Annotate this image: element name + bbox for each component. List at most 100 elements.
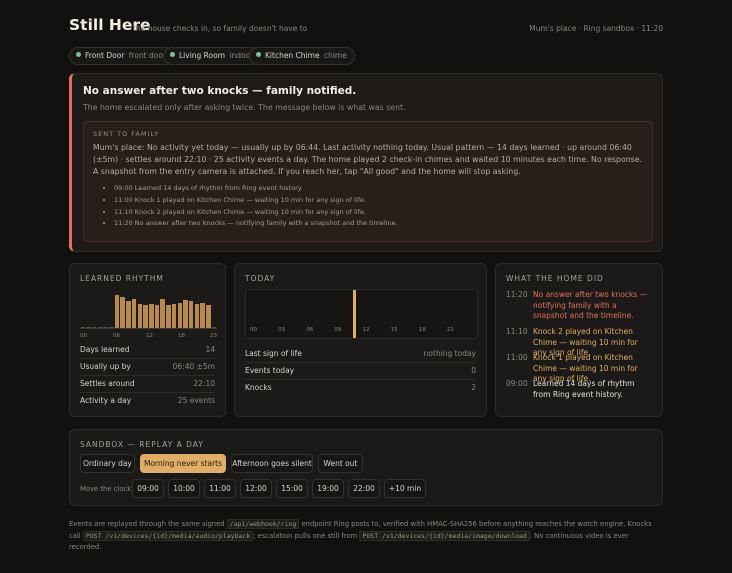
clock-button-plus-10-min[interactable]: +10 min [384,479,426,498]
row-label: Settles around [80,379,135,388]
online-status-icon [170,52,175,57]
device-chip-front-door[interactable]: Front Door front door [69,47,175,65]
today-axis-label: 09 [334,327,342,333]
log-item: 11:10 Knock 2 played on Kitchen Chime — … [114,207,644,219]
row-label: Usually up by [80,362,131,371]
sandbox-panel: SANDBOX — REPLAY A DAY Ordinary day Morn… [69,429,663,506]
today-axis-label: 03 [278,327,286,333]
rhythm-bar [188,301,194,328]
rhythm-bar [80,327,85,328]
rhythm-row: Settles around 22:10 [80,376,215,393]
audio-playback-endpoint-code: POST /v1/devices/{id}/media/audio/playba… [82,530,254,541]
entry-text: Learned 14 days of rhythm from Ring even… [533,379,635,399]
today-axis-label: 15 [390,327,398,333]
device-type: front door [128,51,167,60]
online-status-icon [76,52,81,57]
clock-label: Move the clock: [80,485,134,493]
footer-text: ; escalation pulls one still from [253,531,358,540]
device-chip-living-room[interactable]: Living Room indoor [163,47,262,65]
log-item: 11:20 No answer after two knocks — notif… [114,218,644,230]
sent-message-box: SENT TO FAMILY Mum's place: No activity … [83,121,653,242]
today-row: Knocks 2 [245,380,476,397]
clock-button-0900[interactable]: 09:00 [132,479,164,498]
rhythm-bar [177,303,183,328]
rhythm-bar [131,299,137,328]
app-tagline: the house checks in, so family doesn't h… [133,24,308,33]
row-value: 06:40 ±5m [172,362,215,371]
rhythm-row: Usually up by 06:40 ±5m [80,359,215,376]
entry-time: 11:00 [506,353,528,362]
rhythm-bar [86,327,91,328]
rhythm-bar [97,327,103,328]
rhythm-bar [160,299,165,328]
rhythm-bar [200,303,205,328]
rhythm-bar [120,297,125,328]
rhythm-axis-label: 12 [146,333,153,339]
rhythm-row: Activity a day 25 events [80,393,215,410]
scenario-went-out[interactable]: Went out [318,454,363,473]
today-axis-label: 00 [250,327,257,333]
learned-rhythm-panel: LEARNED RHYTHM 00 06 12 18 23 Days learn… [69,263,226,417]
today-axis-label: 06 [306,327,314,333]
device-name: Front Door [85,51,125,60]
image-download-endpoint-code: POST /v1/devices/{id}/media/image/downlo… [359,530,530,541]
rhythm-bar [114,295,120,328]
scenario-afternoon-goes-silent[interactable]: Afternoon goes silent [231,454,313,473]
rhythm-axis-label: 06 [113,333,120,339]
clock-button-2200[interactable]: 22:00 [348,479,380,498]
rhythm-bar [211,327,217,328]
clock-button-1500[interactable]: 15:00 [276,479,308,498]
timeline-panel: WHAT THE HOME DID 11:20 No answer after t… [495,263,663,417]
row-label: Last sign of life [245,349,302,358]
footer-text: Events are replayed through the same sig… [69,520,225,528]
today-axis-label: 18 [418,327,426,333]
today-row: Last sign of life nothing today [245,346,476,363]
scenario-ordinary-day[interactable]: Ordinary day [80,454,135,473]
rhythm-axis-label: 23 [210,333,217,339]
rhythm-bar [143,305,148,328]
scenario-morning-never-starts[interactable]: Morning never starts [140,454,226,473]
device-name: Living Room [179,51,226,60]
rhythm-bar [109,327,114,328]
webhook-endpoint-code: /api/webhook/ring [226,519,300,529]
rhythm-bar [149,304,154,328]
alert-subtitle: The home escalated only after asking twi… [83,103,406,112]
row-value: 25 events [177,396,215,405]
today-panel: TODAY 00 03 06 09 12 15 18 21 Last sign of life… [234,263,487,417]
footer-note: Events are replayed through the same sig… [69,519,663,554]
clock-button-1000[interactable]: 10:00 [168,479,200,498]
rhythm-bar [171,304,177,328]
row-value: nothing today [423,349,476,358]
device-name: Kitchen Chime [265,51,320,60]
clock-button-1100[interactable]: 11:00 [204,479,236,498]
rhythm-bar [206,305,211,328]
rhythm-bar [91,327,97,328]
row-value: 2 [471,383,476,392]
clock-button-1900[interactable]: 19:00 [312,479,344,498]
rhythm-bar [194,304,200,328]
log-item: 09:00 Learned 14 days of rhythm from Rin… [114,183,644,195]
row-value: 0 [471,366,476,375]
row-label: Activity a day [80,396,132,405]
escalation-log: 09:00 Learned 14 days of rhythm from Rin… [114,183,644,230]
row-label: Days learned [80,345,130,354]
sent-message: Mum's place: No activity yet today — usu… [93,143,642,177]
rhythm-bar-chart [80,289,217,329]
log-item: 11:00 Knock 1 played on Kitchen Chime — … [114,195,644,207]
row-label: Events today [245,366,295,375]
header-status: Mum's place · Ring sandbox · 11:20 [529,24,663,33]
alert-title: No answer after two knocks — family noti… [83,85,357,97]
row-value: 14 [205,345,215,354]
rhythm-bar [183,300,188,328]
today-timeline-chart: 00 03 06 09 12 15 18 21 [245,289,478,339]
rhythm-row: Days learned 14 [80,342,215,359]
sent-label: SENT TO FAMILY [93,130,160,138]
row-value: 22:10 [193,379,215,388]
online-status-icon [256,52,261,57]
rhythm-bar [103,327,108,328]
panel-title: WHAT THE HOME DID [506,274,604,283]
device-chip-kitchen-chime[interactable]: Kitchen Chime chime [249,47,355,65]
entry-time: 11:10 [506,327,528,336]
clock-button-1200[interactable]: 12:00 [240,479,272,498]
panel-title: TODAY [245,274,276,283]
